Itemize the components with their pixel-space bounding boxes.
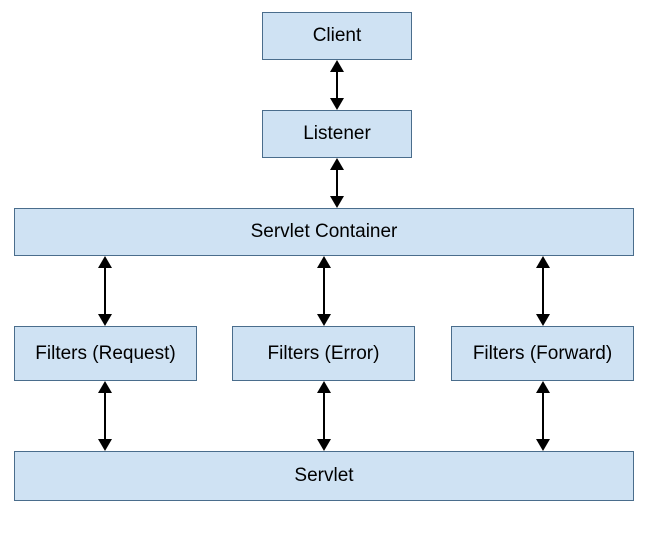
node-filter-error: Filters (Error) <box>232 326 415 381</box>
node-servlet: Servlet <box>14 451 634 501</box>
node-servlet-label: Servlet <box>294 465 353 487</box>
node-filter-forward: Filters (Forward) <box>451 326 634 381</box>
node-filter-request-label: Filters (Request) <box>35 343 175 365</box>
node-listener-label: Listener <box>303 123 371 145</box>
node-client: Client <box>262 12 412 60</box>
diagram-stage: Client Listener Servlet Container Filter… <box>0 0 648 543</box>
node-container: Servlet Container <box>14 208 634 256</box>
node-container-label: Servlet Container <box>251 221 398 243</box>
node-client-label: Client <box>313 25 362 47</box>
node-filter-request: Filters (Request) <box>14 326 197 381</box>
node-filter-forward-label: Filters (Forward) <box>473 343 612 365</box>
node-filter-error-label: Filters (Error) <box>268 343 380 365</box>
node-listener: Listener <box>262 110 412 158</box>
